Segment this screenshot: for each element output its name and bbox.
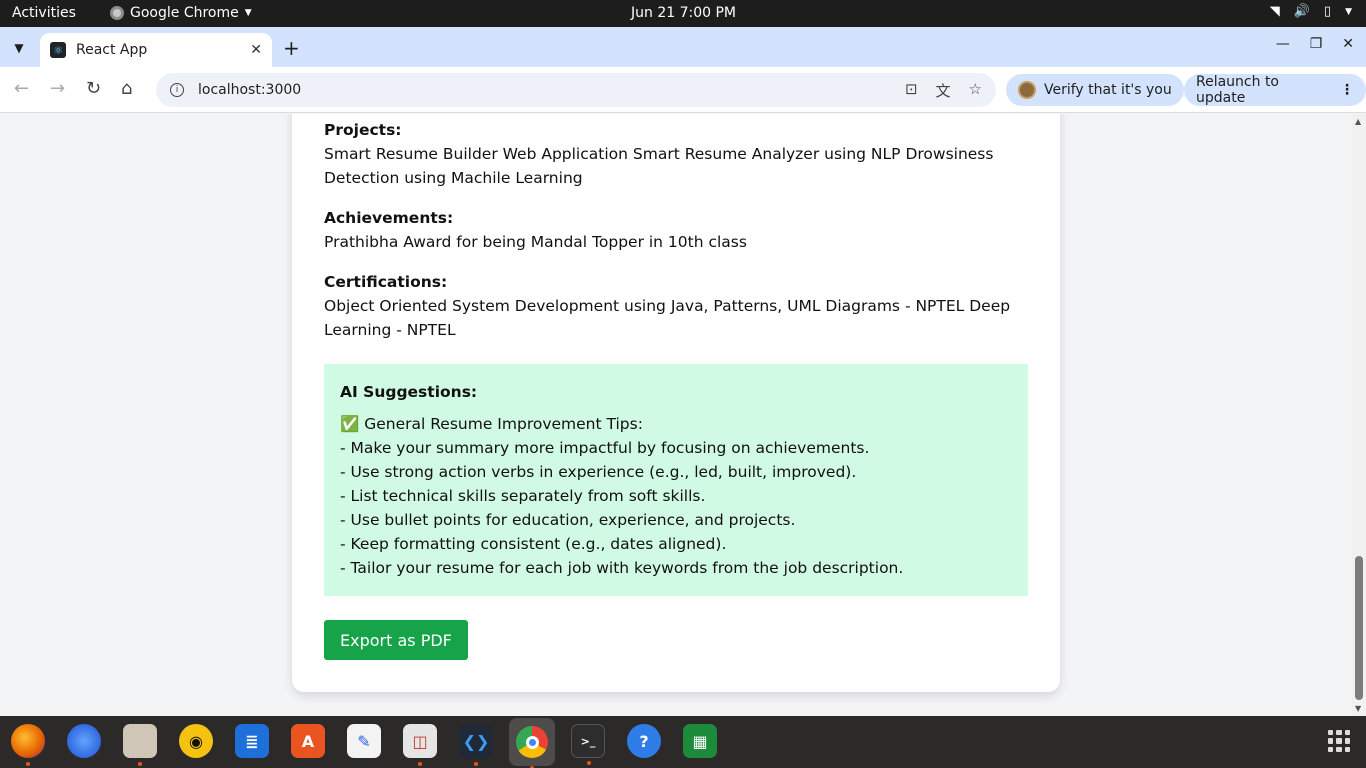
suggestion-line: - Use strong action verbs in experience … bbox=[340, 463, 857, 481]
dock: ◉ ≣ A ✎ ◫ ❮❯ >_ ? ▦ bbox=[0, 716, 1366, 768]
minimize-icon[interactable]: — bbox=[1276, 36, 1290, 52]
app-menu-label: Google Chrome bbox=[130, 5, 239, 21]
suggestion-line: - Use bullet points for education, exper… bbox=[340, 511, 796, 529]
verify-label: Verify that it's you bbox=[1044, 82, 1172, 98]
tab-search-button[interactable]: ▼ bbox=[6, 35, 32, 61]
export-pdf-button[interactable]: Export as PDF bbox=[324, 620, 468, 660]
home-icon[interactable]: ⌂ bbox=[121, 78, 132, 99]
activities-button[interactable]: Activities bbox=[12, 5, 76, 21]
vscode-icon[interactable]: ❮❯ bbox=[459, 724, 493, 766]
system-top-bar: Activities Google Chrome ▼ Jun 21 7:00 P… bbox=[0, 0, 1366, 27]
install-app-icon[interactable]: ⊡ bbox=[905, 80, 918, 101]
reload-icon[interactable]: ↻ bbox=[86, 78, 101, 99]
show-apps-icon[interactable] bbox=[1328, 730, 1350, 752]
verify-identity-button[interactable]: Verify that it's you bbox=[1006, 74, 1184, 106]
thunderbird-icon[interactable] bbox=[67, 724, 101, 758]
browser-toolbar: ← → ↻ ⌂ i localhost:3000 ⊡ 文 ☆ Verify th… bbox=[0, 67, 1366, 113]
system-tray[interactable]: ◥ 🔊 ▯ ▼ bbox=[1270, 4, 1352, 19]
volume-icon: 🔊 bbox=[1293, 4, 1310, 19]
site-info-icon[interactable]: i bbox=[170, 83, 184, 97]
text-editor-icon[interactable]: ✎ bbox=[347, 724, 381, 758]
projects-text: Smart Resume Builder Web Application Sma… bbox=[324, 145, 994, 187]
help-icon[interactable]: ? bbox=[627, 724, 661, 758]
window-controls: — ❐ ✕ bbox=[1276, 36, 1354, 52]
terminal-icon[interactable]: >_ bbox=[571, 724, 605, 765]
projects-heading: Projects: bbox=[324, 121, 402, 139]
chevron-down-icon: ▼ bbox=[14, 41, 24, 55]
bookmark-star-icon[interactable]: ☆ bbox=[969, 80, 982, 101]
calc-icon[interactable]: ▦ bbox=[683, 724, 717, 758]
suggestion-line: - Tailor your resume for each job with k… bbox=[340, 559, 904, 577]
clock[interactable]: Jun 21 7:00 PM bbox=[631, 5, 736, 21]
files-icon[interactable] bbox=[123, 724, 157, 766]
address-bar[interactable]: i localhost:3000 ⊡ 文 ☆ bbox=[156, 73, 996, 107]
ai-suggestions-title: AI Suggestions: bbox=[340, 383, 478, 401]
suggestion-line: - Make your summary more impactful by fo… bbox=[340, 439, 870, 457]
page-scrollbar[interactable]: ▲ ▼ bbox=[1352, 114, 1366, 716]
writer-icon[interactable]: ≣ bbox=[235, 724, 269, 758]
suggestion-line: - List technical skills separately from … bbox=[340, 487, 706, 505]
battery-icon: ▯ bbox=[1323, 4, 1332, 19]
achievements-text: Prathibha Award for being Mandal Topper … bbox=[324, 233, 747, 251]
url-text[interactable]: localhost:3000 bbox=[198, 82, 905, 98]
wifi-icon: ◥ bbox=[1269, 4, 1280, 19]
relaunch-label: Relaunch to update bbox=[1196, 74, 1280, 106]
avatar bbox=[1018, 81, 1036, 99]
chrome-icon[interactable] bbox=[509, 718, 555, 768]
tab-react-app[interactable]: ⚛ React App ✕ bbox=[40, 33, 272, 67]
resume-card: Projects: Smart Resume Builder Web Appli… bbox=[292, 114, 1060, 692]
scrollbar-thumb[interactable] bbox=[1355, 556, 1363, 700]
relaunch-button[interactable]: Relaunch to update ⋮ bbox=[1184, 74, 1366, 106]
back-icon[interactable]: ← bbox=[14, 78, 29, 99]
tab-strip: ▼ ⚛ React App ✕ + — ❐ ✕ bbox=[0, 27, 1366, 67]
firefox-icon[interactable] bbox=[11, 724, 45, 766]
achievements-heading: Achievements: bbox=[324, 209, 454, 227]
kebab-menu-icon[interactable]: ⋮ bbox=[1340, 82, 1354, 98]
suggestion-line: ✅ General Resume Improvement Tips: bbox=[340, 415, 643, 433]
certifications-text: Object Oriented System Development using… bbox=[324, 297, 1011, 339]
suggestion-line: - Keep formatting consistent (e.g., date… bbox=[340, 535, 727, 553]
react-favicon-icon: ⚛ bbox=[50, 42, 66, 58]
chevron-down-icon: ▼ bbox=[244, 8, 252, 18]
close-icon[interactable]: ✕ bbox=[250, 42, 262, 58]
rhythmbox-icon[interactable]: ◉ bbox=[179, 724, 213, 758]
translate-icon[interactable]: 文 bbox=[936, 80, 951, 101]
certifications-heading: Certifications: bbox=[324, 273, 448, 291]
ai-suggestions-box: AI Suggestions: ✅ General Resume Improve… bbox=[324, 364, 1028, 596]
restore-icon[interactable]: ❐ bbox=[1310, 36, 1323, 52]
certifications-section: Certifications: Object Oriented System D… bbox=[324, 270, 1034, 342]
new-tab-button[interactable]: + bbox=[283, 36, 300, 60]
scroll-up-icon[interactable]: ▲ bbox=[1355, 117, 1361, 126]
chrome-icon bbox=[110, 6, 124, 20]
app-menu[interactable]: Google Chrome ▼ bbox=[110, 5, 252, 21]
achievements-section: Achievements: Prathibha Award for being … bbox=[324, 206, 1034, 254]
forward-icon[interactable]: → bbox=[50, 78, 65, 99]
chevron-down-icon: ▼ bbox=[1345, 6, 1352, 17]
page-viewport: Projects: Smart Resume Builder Web Appli… bbox=[0, 114, 1366, 716]
close-window-icon[interactable]: ✕ bbox=[1342, 36, 1354, 52]
scroll-down-icon[interactable]: ▼ bbox=[1355, 704, 1361, 713]
document-viewer-icon[interactable]: ◫ bbox=[403, 724, 437, 766]
tab-title: React App bbox=[76, 42, 148, 58]
projects-section: Projects: Smart Resume Builder Web Appli… bbox=[324, 118, 1034, 190]
app-center-icon[interactable]: A bbox=[291, 724, 325, 758]
